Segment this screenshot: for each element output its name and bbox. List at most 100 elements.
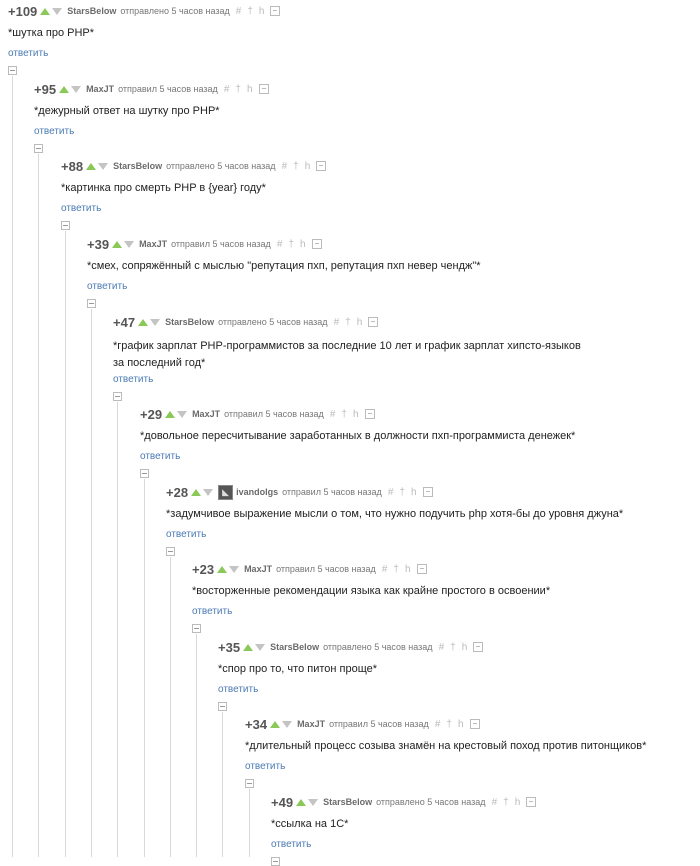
hash-link-icon[interactable]: # (388, 487, 394, 498)
branch-icon[interactable]: h (247, 84, 253, 95)
collapse-toggle-icon[interactable] (271, 857, 280, 866)
hash-link-icon[interactable]: # (334, 317, 340, 328)
pin-icon[interactable]: † (247, 6, 253, 17)
hash-link-icon[interactable]: # (439, 642, 445, 653)
comment-author[interactable]: MaxJT (139, 239, 167, 249)
hash-link-icon[interactable]: # (277, 239, 283, 250)
reply-link[interactable]: ответить (34, 126, 74, 137)
thread-guide-line[interactable] (196, 634, 197, 857)
comment-author[interactable]: MaxJT (86, 84, 114, 94)
vote-down-icon[interactable] (229, 565, 240, 573)
hash-link-icon[interactable]: # (435, 719, 441, 730)
comment-author[interactable]: MaxJT (297, 719, 325, 729)
collapse-toggle-icon[interactable] (192, 624, 201, 633)
reply-link[interactable]: ответить (113, 374, 153, 385)
reply-link[interactable]: ответить (245, 761, 285, 772)
branch-icon[interactable]: h (462, 642, 468, 653)
thread-guide-line[interactable] (65, 231, 66, 857)
reply-link[interactable]: ответить (271, 839, 311, 850)
save-icon[interactable] (311, 239, 322, 249)
hash-link-icon[interactable]: # (282, 161, 288, 172)
vote-down-icon[interactable] (282, 720, 293, 728)
vote-up-icon[interactable] (40, 7, 51, 15)
pin-icon[interactable]: † (399, 487, 405, 498)
branch-icon[interactable]: h (259, 6, 265, 17)
hash-link-icon[interactable]: # (236, 6, 242, 17)
vote-up-icon[interactable] (165, 410, 176, 418)
reply-link[interactable]: ответить (140, 451, 180, 462)
user-avatar[interactable]: ◣ (218, 484, 234, 500)
collapse-toggle-icon[interactable] (8, 66, 17, 75)
pin-icon[interactable]: † (235, 84, 241, 95)
thread-guide-line[interactable] (12, 76, 13, 857)
comment-author[interactable]: MaxJT (192, 409, 220, 419)
branch-icon[interactable]: h (515, 797, 521, 808)
save-icon[interactable] (473, 642, 484, 652)
comment-author[interactable]: StarsBelow (323, 797, 372, 807)
vote-up-icon[interactable] (191, 488, 202, 496)
save-icon[interactable] (416, 564, 427, 574)
vote-up-icon[interactable] (86, 162, 97, 170)
thread-guide-line[interactable] (249, 789, 250, 857)
collapse-toggle-icon[interactable] (218, 702, 227, 711)
comment-author[interactable]: StarsBelow (270, 642, 319, 652)
vote-up-icon[interactable] (59, 85, 70, 93)
save-icon[interactable] (316, 161, 327, 171)
vote-down-icon[interactable] (150, 318, 161, 326)
pin-icon[interactable]: † (393, 564, 399, 575)
thread-guide-line[interactable] (117, 402, 118, 857)
pin-icon[interactable]: † (288, 239, 294, 250)
collapse-toggle-icon[interactable] (140, 469, 149, 478)
reply-link[interactable]: ответить (166, 529, 206, 540)
thread-guide-line[interactable] (38, 154, 39, 857)
vote-down-icon[interactable] (177, 410, 188, 418)
branch-icon[interactable]: h (405, 564, 411, 575)
vote-down-icon[interactable] (203, 488, 214, 496)
comment-author[interactable]: MaxJT (244, 564, 272, 574)
vote-up-icon[interactable] (217, 565, 228, 573)
comment-author[interactable]: ivandolgs (236, 487, 278, 497)
save-icon[interactable] (422, 487, 433, 497)
pin-icon[interactable]: † (341, 409, 347, 420)
thread-guide-line[interactable] (91, 309, 92, 857)
pin-icon[interactable]: † (503, 797, 509, 808)
thread-guide-line[interactable] (222, 712, 223, 857)
collapse-toggle-icon[interactable] (113, 392, 122, 401)
save-icon[interactable] (364, 409, 375, 419)
vote-up-icon[interactable] (112, 240, 123, 248)
thread-guide-line[interactable] (170, 557, 171, 857)
branch-icon[interactable]: h (353, 409, 359, 420)
hash-link-icon[interactable]: # (492, 797, 498, 808)
comment-author[interactable]: StarsBelow (165, 317, 214, 327)
vote-down-icon[interactable] (255, 643, 266, 651)
collapse-toggle-icon[interactable] (34, 144, 43, 153)
vote-down-icon[interactable] (98, 162, 109, 170)
reply-link[interactable]: ответить (87, 281, 127, 292)
collapse-toggle-icon[interactable] (87, 299, 96, 308)
vote-down-icon[interactable] (52, 7, 63, 15)
vote-up-icon[interactable] (296, 798, 307, 806)
save-icon[interactable] (258, 84, 269, 94)
vote-up-icon[interactable] (270, 720, 281, 728)
pin-icon[interactable]: † (345, 317, 351, 328)
branch-icon[interactable]: h (305, 161, 311, 172)
hash-link-icon[interactable]: # (330, 409, 336, 420)
branch-icon[interactable]: h (300, 239, 306, 250)
vote-down-icon[interactable] (308, 798, 319, 806)
vote-down-icon[interactable] (124, 240, 135, 248)
hash-link-icon[interactable]: # (382, 564, 388, 575)
reply-link[interactable]: ответить (8, 48, 48, 59)
branch-icon[interactable]: h (357, 317, 363, 328)
pin-icon[interactable]: † (293, 161, 299, 172)
reply-link[interactable]: ответить (192, 606, 232, 617)
branch-icon[interactable]: h (411, 487, 417, 498)
branch-icon[interactable]: h (458, 719, 464, 730)
pin-icon[interactable]: † (446, 719, 452, 730)
comment-author[interactable]: StarsBelow (67, 6, 116, 16)
thread-guide-line[interactable] (144, 479, 145, 857)
vote-down-icon[interactable] (71, 85, 82, 93)
save-icon[interactable] (270, 6, 281, 16)
hash-link-icon[interactable]: # (224, 84, 230, 95)
save-icon[interactable] (526, 797, 537, 807)
pin-icon[interactable]: † (450, 642, 456, 653)
